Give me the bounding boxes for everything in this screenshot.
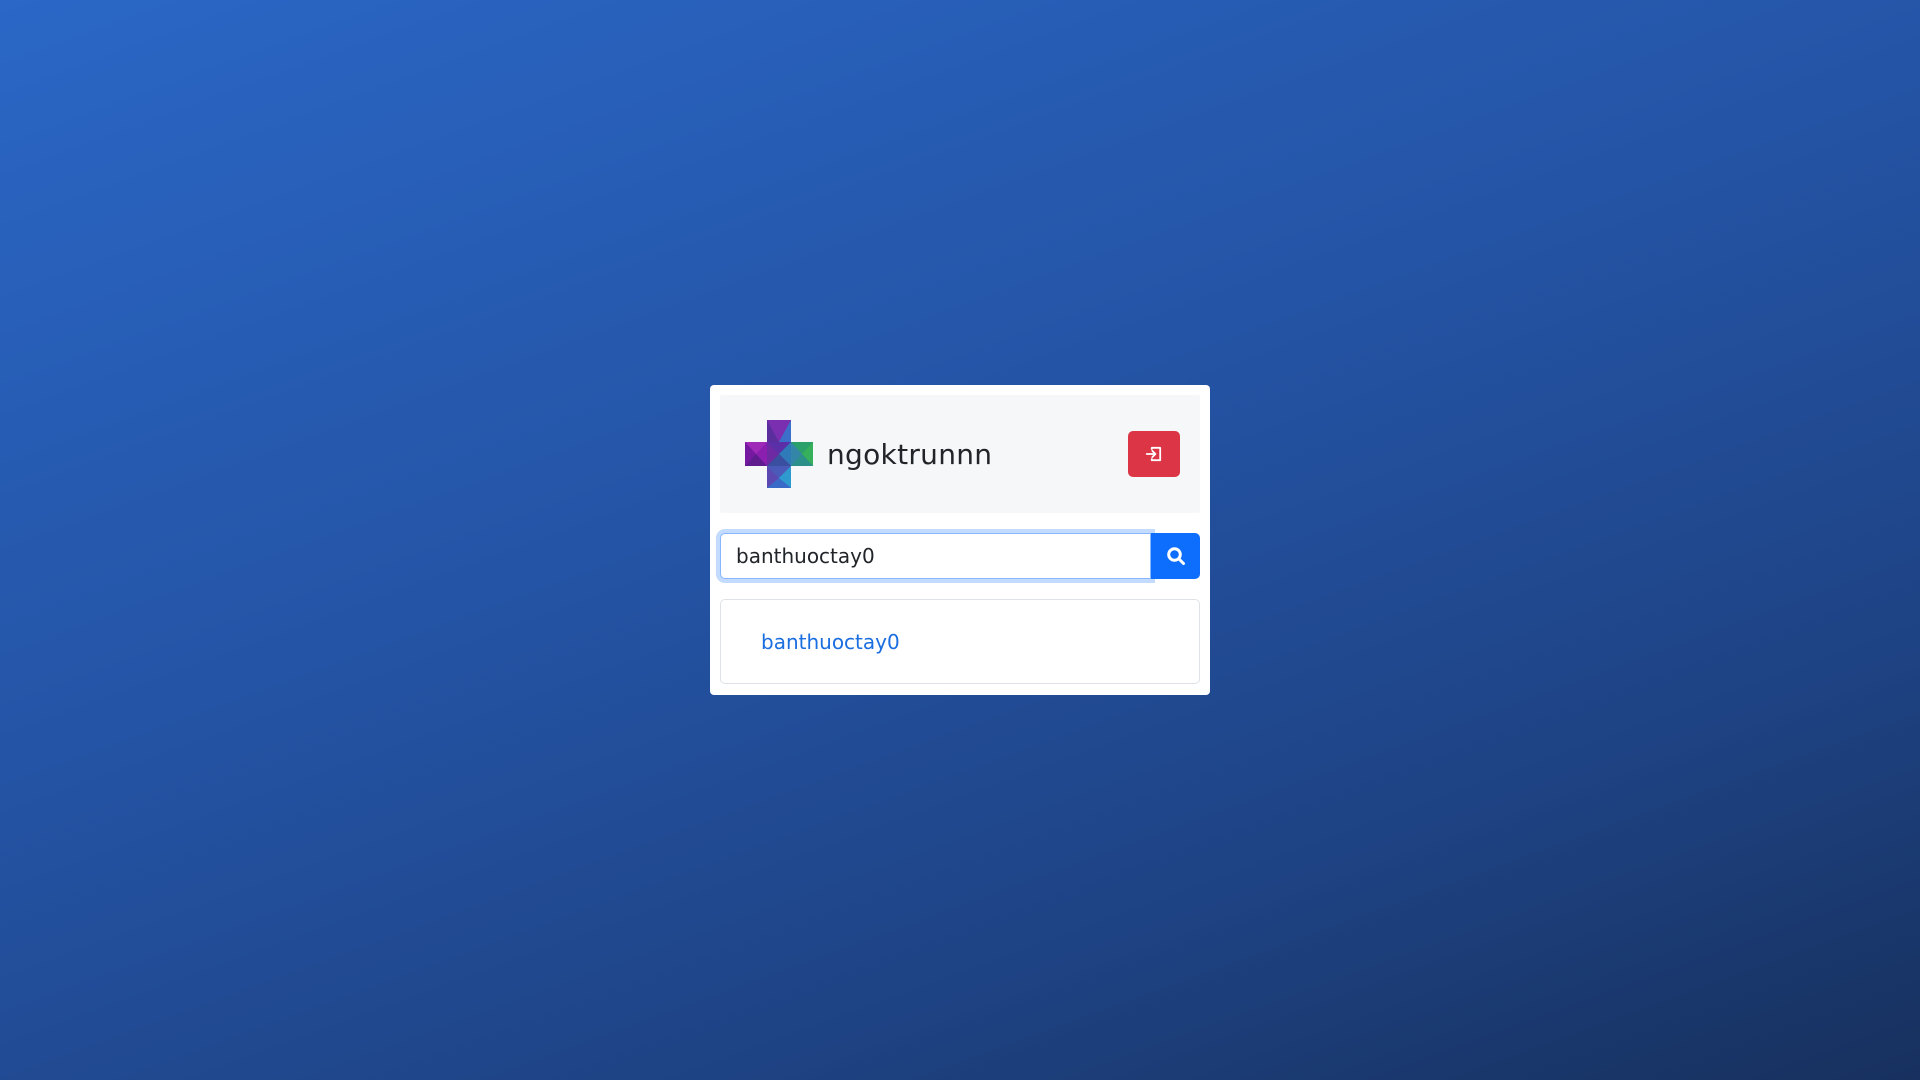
search-results: banthuoctay0 bbox=[720, 599, 1200, 684]
result-link[interactable]: banthuoctay0 bbox=[761, 630, 900, 654]
medical-cross-logo-icon bbox=[745, 420, 813, 488]
username: ngoktrunnn bbox=[827, 437, 993, 471]
search-input[interactable] bbox=[720, 533, 1151, 579]
sign-in-icon bbox=[1145, 446, 1162, 462]
card-header: ngoktrunnn bbox=[720, 395, 1200, 513]
search-icon bbox=[1166, 547, 1185, 565]
logout-button[interactable] bbox=[1128, 431, 1180, 477]
search-bar bbox=[720, 533, 1200, 579]
search-button[interactable] bbox=[1151, 533, 1200, 579]
profile-card: ngoktrunnn banthuoctay0 bbox=[710, 385, 1210, 695]
